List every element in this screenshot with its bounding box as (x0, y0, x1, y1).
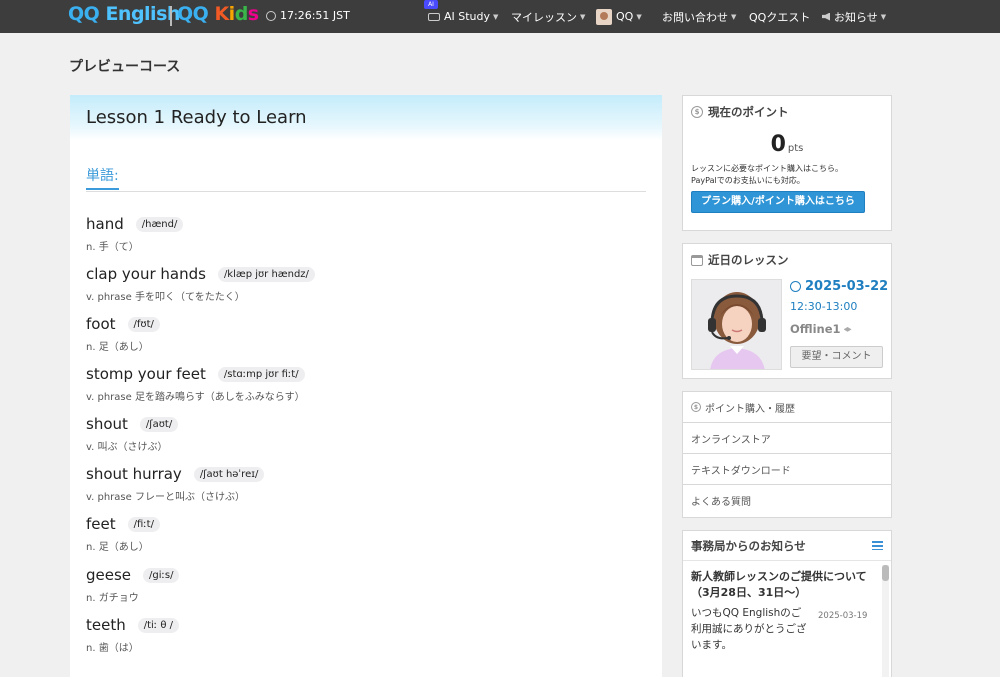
tutor-name[interactable]: Offline1 (790, 322, 852, 336)
menu-item-text-download[interactable]: テキストダウンロード (683, 454, 891, 485)
lesson-time: 12:30-13:00 (790, 300, 858, 313)
clock-text: 17:26:51 JST (280, 9, 350, 22)
notices-scrollbar[interactable] (882, 565, 889, 677)
server-clock: 17:26:51 JST (266, 9, 350, 22)
vocab-tab[interactable]: 単語: (86, 165, 119, 185)
chevron-down-icon: ▼ (731, 12, 737, 21)
avatar (596, 8, 612, 25)
upcoming-heading: 近日のレッスン (691, 252, 883, 268)
phonetic-badge: /fiːt/ (127, 516, 160, 532)
vocab-item: feet/fiːt/ n. 足（あし） (86, 515, 160, 553)
clock-icon (790, 281, 801, 292)
phonetic-badge: /fʊt/ (127, 316, 160, 332)
chevron-down-icon: ▼ (880, 12, 887, 21)
buy-points-button[interactable]: プラン購入/ポイント購入はこちら (691, 191, 865, 213)
vocab-definition: v. phrase フレーと叫ぶ（さけぶ） (86, 492, 245, 503)
chevron-down-icon: ▼ (493, 12, 499, 21)
top-navbar: QQ English QQ Kids 17:26:51 JST AI AI St… (0, 0, 1000, 33)
menu-item-faq[interactable]: よくある質問 (683, 485, 891, 516)
points-note: レッスンに必要なポイント購入はこちら。 PayPalでのお支払いにも対応。 (691, 164, 843, 185)
notice-text: いつもQQ Englishのご利用誠にありがとうございます。 (691, 607, 807, 651)
lesson-title: Lesson 1 Ready to Learn (86, 107, 307, 128)
speaker-icon (822, 12, 830, 21)
clock-icon (266, 10, 276, 21)
notice-item[interactable]: 新人教師レッスンのご提供について（3月28日、31日〜） いつもQQ Engli… (683, 561, 891, 677)
phonetic-badge: /stɑːmp jʊr fiːt/ (217, 366, 305, 382)
vocab-word: shout (86, 415, 128, 433)
vocab-definition: v. 叫ぶ（さけぶ） (86, 442, 168, 453)
notices-heading: 事務局からのお知らせ (691, 538, 806, 553)
lesson-header: Lesson 1 Ready to Learn (70, 95, 662, 140)
phonetic-badge: /klæp jʊr hændz/ (217, 266, 315, 282)
lesson-date: 2025-03-22 (790, 279, 888, 294)
menu-item-online-store[interactable]: オンラインストア (683, 423, 891, 454)
nav-notices[interactable]: お知らせ ▼ (822, 0, 886, 33)
request-comment-button[interactable]: 要望・コメント (790, 346, 883, 368)
menu-item-points-history[interactable]: $ ポイント購入・履歴 (683, 392, 891, 423)
vocab-definition: v. phrase 足を踏み鳴らす（あしをふみならす） (86, 392, 305, 403)
points-heading: $ 現在のポイント (691, 104, 883, 120)
divider (86, 191, 646, 192)
vocab-item: hand/hænd/ n. 手（て） (86, 215, 184, 253)
phonetic-badge: /hænd/ (135, 216, 184, 232)
vocab-word: foot (86, 315, 116, 333)
vocab-definition: n. 足（あし） (86, 542, 149, 553)
chevron-down-icon: ▼ (636, 12, 642, 21)
notice-title: 新人教師レッスンのご提供について（3月28日、31日〜） (691, 570, 867, 599)
page-title: プレビューコース (69, 59, 181, 75)
qq-kids-logo[interactable]: QQ Kids (177, 3, 259, 25)
vocab-word: teeth (86, 616, 126, 634)
vocab-word: geese (86, 566, 132, 584)
lesson-card: Lesson 1 Ready to Learn 単語: hand/hænd/ n… (70, 95, 662, 677)
vocab-definition: n. 足（あし） (86, 342, 149, 353)
graduation-cap-icon (843, 327, 852, 332)
vocab-word: hand (86, 215, 124, 233)
calendar-icon (691, 254, 703, 266)
vocab-item: foot/fʊt/ n. 足（あし） (86, 315, 160, 353)
vocab-item: geese/giːs/ n. ガチョウ (86, 566, 180, 604)
phonetic-badge: /giːs/ (143, 567, 180, 583)
phonetic-badge: /ʃaʊt həˈreɪ/ (193, 466, 265, 482)
side-menu: $ ポイント購入・履歴 オンラインストア テキストダウンロード よくある質問 (682, 391, 892, 518)
scrollbar-thumb[interactable] (882, 565, 889, 581)
coin-icon: $ (691, 106, 703, 118)
logo-divider (170, 6, 172, 26)
vocab-tab-underline (86, 188, 119, 190)
vocab-item: shout hurray/ʃaʊt həˈreɪ/ v. phrase フレーと… (86, 465, 265, 503)
notice-date: 2025-03-19 (818, 611, 868, 621)
vocab-word: clap your hands (86, 265, 206, 283)
vocab-word: shout hurray (86, 465, 182, 483)
vocab-definition: n. ガチョウ (86, 593, 139, 604)
upcoming-lesson-card: 近日のレッスン 2025-03-22 12:30-13:00 Offline1 … (682, 243, 892, 379)
vocab-item: teeth/tiː θ / n. 歯（は） (86, 616, 180, 654)
vocab-definition: n. 歯（は） (86, 643, 139, 654)
vocab-item: shout/ʃaʊt/ v. 叫ぶ（さけぶ） (86, 415, 179, 453)
phonetic-badge: /tiː θ / (137, 617, 180, 633)
points-value: 0 pts (770, 132, 804, 157)
vocab-word: stomp your feet (86, 365, 206, 383)
points-card: $ 現在のポイント 0 pts レッスンに必要なポイント購入はこちら。 PayPa… (682, 95, 892, 231)
vocab-item: clap your hands/klæp jʊr hændz/ v. phras… (86, 265, 315, 303)
notices-card: 事務局からのお知らせ 新人教師レッスンのご提供について（3月28日、31日〜） … (682, 530, 892, 677)
nav-ai-study[interactable]: AI Study ▼ (428, 0, 498, 33)
vocab-word: feet (86, 515, 116, 533)
chevron-down-icon: ▼ (580, 12, 586, 21)
graduation-cap-icon (428, 12, 440, 21)
coin-icon: $ (691, 402, 701, 412)
qq-english-logo[interactable]: QQ English (68, 3, 180, 25)
nav-user-menu[interactable]: QQ ▼ (596, 0, 642, 33)
phonetic-badge: /ʃaʊt/ (139, 416, 179, 432)
vocab-item: stomp your feet/stɑːmp jʊr fiːt/ v. phra… (86, 365, 305, 403)
vocab-definition: v. phrase 手を叩く（てをたたく） (86, 292, 245, 303)
nav-contact[interactable]: お問い合わせ ▼ (662, 0, 736, 33)
nav-qq-quest[interactable]: QQクエスト (749, 0, 810, 33)
vocab-definition: n. 手（て） (86, 242, 139, 253)
nav-my-lesson[interactable]: マイレッスン ▼ (511, 0, 585, 33)
tutor-avatar[interactable] (691, 279, 782, 370)
notices-header: 事務局からのお知らせ (683, 531, 891, 561)
list-icon[interactable] (872, 541, 883, 550)
tutor-illustration (692, 280, 781, 369)
